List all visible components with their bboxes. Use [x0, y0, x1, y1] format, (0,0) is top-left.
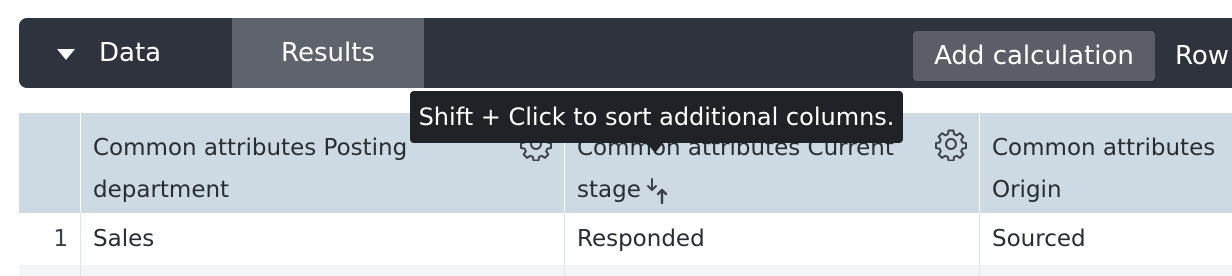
tab-results-label: Results — [281, 38, 375, 68]
row-index — [19, 265, 81, 276]
table-cell: Sales — [81, 213, 565, 265]
table-row — [19, 265, 1232, 276]
add-calculation-button[interactable]: Add calculation — [913, 31, 1155, 81]
column-header-origin[interactable]: Common attributes Origin — [980, 113, 1232, 213]
row-index: 1 — [19, 213, 81, 265]
row-button[interactable]: Row — [1175, 31, 1229, 81]
header-row-index — [19, 113, 81, 213]
sort-arrows-icon[interactable] — [645, 176, 671, 206]
tab-data[interactable]: Data — [19, 18, 232, 88]
column-header-label: Origin — [992, 177, 1062, 203]
column-header-label: Common attributes — [992, 135, 1216, 161]
table-cell — [81, 265, 565, 276]
table-cell: Responded — [565, 213, 980, 265]
tab-results[interactable]: Results — [232, 18, 424, 88]
gear-icon[interactable] — [934, 127, 968, 161]
caret-down-icon[interactable] — [57, 48, 75, 60]
tooltip-arrow — [646, 142, 664, 153]
table-row: 1 Sales Responded Sourced — [19, 213, 1232, 265]
column-header-label: Common attributes Posting — [93, 135, 408, 161]
page: Data Results Add calculation Row Common … — [0, 0, 1232, 276]
table-cell — [565, 265, 980, 276]
toolbar: Data Results Add calculation Row — [19, 18, 1232, 88]
column-header-label: stage — [577, 177, 641, 203]
tab-data-label: Data — [99, 38, 162, 68]
table-cell: Sourced — [992, 226, 1086, 252]
column-header-label: department — [93, 177, 230, 203]
sort-tooltip: Shift + Click to sort additional columns… — [410, 91, 903, 143]
table-cell — [980, 265, 1232, 276]
